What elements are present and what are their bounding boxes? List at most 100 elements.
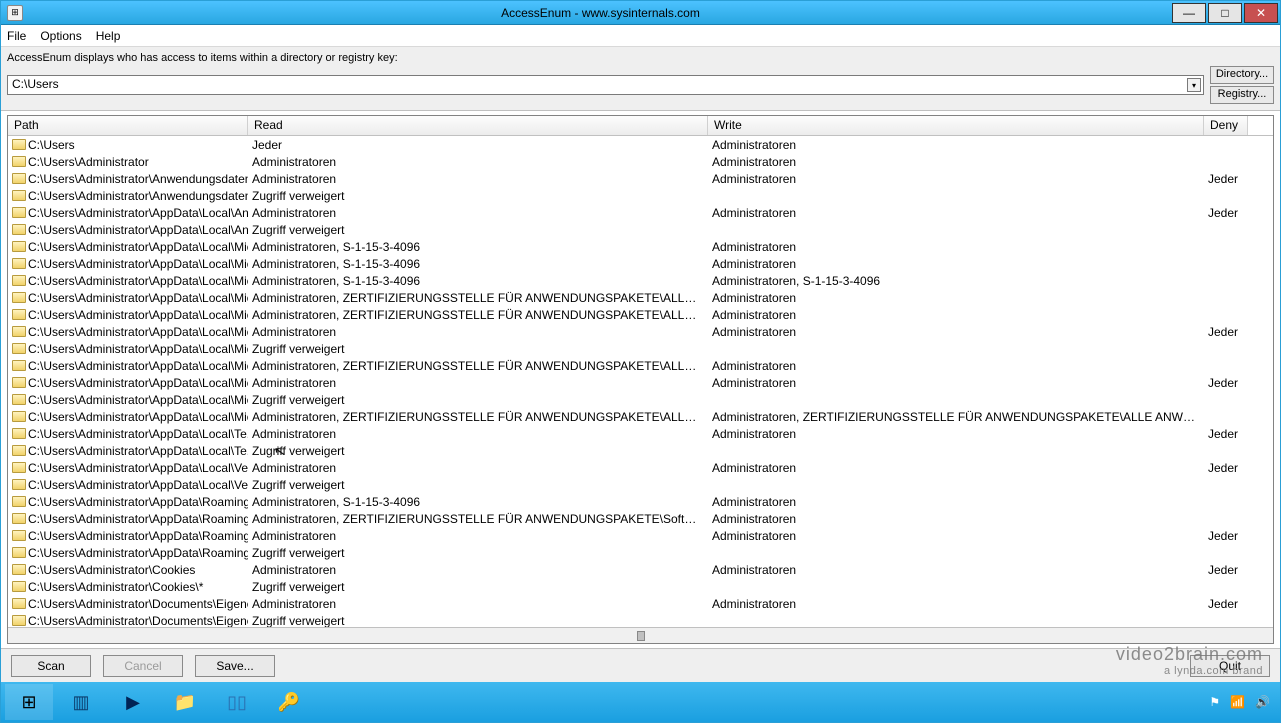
cell-read: Administratoren xyxy=(248,563,708,577)
folder-icon xyxy=(12,224,26,235)
taskbar-accessenum[interactable]: 🔑 xyxy=(265,684,313,720)
cell-path: C:\Users\Administrator\AppData\Local\An.… xyxy=(28,223,248,237)
menu-options[interactable]: Options xyxy=(40,29,81,43)
cell-read: Administratoren xyxy=(248,376,708,390)
cell-deny: Jeder xyxy=(1204,206,1248,220)
table-row[interactable]: C:\Users\Administrator\Anwendungsdaten\*… xyxy=(8,187,1273,204)
folder-icon xyxy=(12,139,26,150)
close-button[interactable]: ✕ xyxy=(1244,3,1278,23)
tray-volume-icon: 🔊 xyxy=(1255,695,1270,709)
table-row[interactable]: C:\Users\Administrator\AppData\Local\Mic… xyxy=(8,255,1273,272)
table-row[interactable]: C:\Users\Administrator\AppData\Local\Te.… xyxy=(8,442,1273,459)
table-row[interactable]: C:\Users\Administrator\AppData\Local\Mic… xyxy=(8,374,1273,391)
results-list: Path Read Write Deny C:\UsersJederAdmini… xyxy=(7,115,1274,644)
cell-read: Zugriff verweigert xyxy=(248,580,708,594)
menu-help[interactable]: Help xyxy=(96,29,121,43)
table-row[interactable]: C:\Users\Administrator\Documents\Eigene … xyxy=(8,595,1273,612)
table-row[interactable]: C:\Users\Administrator\Anwendungsdaten Ad… xyxy=(8,170,1273,187)
col-write[interactable]: Write xyxy=(708,116,1204,135)
table-row[interactable]: C:\Users\Administrator\AppData\Local\Mic… xyxy=(8,289,1273,306)
system-tray[interactable]: ⚑ 📶 🔊 xyxy=(1209,695,1280,709)
table-row[interactable]: C:\Users\Administrator\AppData\Roaming\.… xyxy=(8,544,1273,561)
table-row[interactable]: C:\Users\Administrator\AppData\Local\Mic… xyxy=(8,357,1273,374)
table-row[interactable]: C:\Users\Administrator\AppData\Local\An.… xyxy=(8,204,1273,221)
path-dropdown-icon[interactable]: ▾ xyxy=(1187,78,1201,92)
taskbar-server-manager[interactable]: ▥ xyxy=(57,684,105,720)
table-row[interactable]: C:\UsersJederAdministratoren xyxy=(8,136,1273,153)
cell-path: C:\Users\Administrator\AppData\Roaming\.… xyxy=(28,512,248,526)
app-icon: ⊞ xyxy=(7,5,23,21)
tray-network-icon: 📶 xyxy=(1230,695,1245,709)
col-path[interactable]: Path xyxy=(8,116,248,135)
table-row[interactable]: C:\Users\AdministratorAdministratorenAdm… xyxy=(8,153,1273,170)
table-row[interactable]: C:\Users\Administrator\AppData\Local\Mic… xyxy=(8,238,1273,255)
cell-write: Administratoren xyxy=(708,563,1204,577)
cell-write: Administratoren, S-1-15-3-4096 xyxy=(708,274,1204,288)
cell-path: C:\Users\Administrator\Anwendungsdaten xyxy=(28,172,248,186)
save-button[interactable]: Save... xyxy=(195,655,275,677)
cell-path: C:\Users\Administrator\AppData\Local\Mic… xyxy=(28,342,248,356)
quit-button[interactable]: Quit xyxy=(1190,655,1270,677)
cell-read: Zugriff verweigert xyxy=(248,393,708,407)
table-row[interactable]: C:\Users\Administrator\AppData\Roaming\.… xyxy=(8,493,1273,510)
menu-file[interactable]: File xyxy=(7,29,26,43)
folder-icon xyxy=(12,581,26,592)
path-input[interactable]: C:\Users ▾ xyxy=(7,75,1204,95)
horizontal-scrollbar[interactable] xyxy=(8,627,1273,643)
title-bar: ⊞ AccessEnum - www.sysinternals.com — □ … xyxy=(1,1,1280,25)
directory-button[interactable]: Directory... xyxy=(1210,66,1274,84)
col-read[interactable]: Read xyxy=(248,116,708,135)
powershell-icon: ▶ xyxy=(121,690,145,714)
cell-path: C:\Users\Administrator\Anwendungsdaten\* xyxy=(28,189,248,203)
cell-read: Administratoren, ZERTIFIZIERUNGSSTELLE F… xyxy=(248,291,708,305)
table-row[interactable]: C:\Users\Administrator\AppData\Local\Ver… xyxy=(8,476,1273,493)
cell-path: C:\Users\Administrator xyxy=(28,155,149,169)
taskbar-servers[interactable]: ▯▯ xyxy=(213,684,261,720)
cell-write: Administratoren, ZERTIFIZIERUNGSSTELLE F… xyxy=(708,410,1204,424)
list-body[interactable]: C:\UsersJederAdministratoren C:\Users\Adm… xyxy=(8,136,1273,627)
cell-path: C:\Users\Administrator\AppData\Local\Mic… xyxy=(28,240,248,254)
horizontal-scrollbar-thumb[interactable] xyxy=(637,631,645,641)
table-row[interactable]: C:\Users\Administrator\AppData\Local\Mic… xyxy=(8,272,1273,289)
cell-read: Administratoren xyxy=(248,155,708,169)
taskbar-powershell[interactable]: ▶ xyxy=(109,684,157,720)
cell-write: Administratoren xyxy=(708,172,1204,186)
description-text: AccessEnum displays who has access to it… xyxy=(7,52,398,64)
window-title: AccessEnum - www.sysinternals.com xyxy=(29,6,1172,20)
folder-icon xyxy=(12,615,26,626)
table-row[interactable]: C:\Users\Administrator\AppData\Local\Ver… xyxy=(8,459,1273,476)
folder-icon xyxy=(12,462,26,473)
table-row[interactable]: C:\Users\Administrator\AppData\Local\Te.… xyxy=(8,425,1273,442)
minimize-button[interactable]: — xyxy=(1172,3,1206,23)
table-row[interactable]: C:\Users\Administrator\AppData\Roaming\.… xyxy=(8,510,1273,527)
table-row[interactable]: C:\Users\Administrator\AppData\Local\An.… xyxy=(8,221,1273,238)
path-row: C:\Users ▾ Directory... Registry... xyxy=(1,64,1280,111)
scan-button[interactable]: Scan xyxy=(11,655,91,677)
table-row[interactable]: C:\Users\Administrator\Documents\Eigene … xyxy=(8,612,1273,627)
table-row[interactable]: C:\Users\Administrator\AppData\Local\Mic… xyxy=(8,306,1273,323)
registry-button[interactable]: Registry... xyxy=(1210,86,1274,104)
start-button[interactable]: ⊞ xyxy=(5,684,53,720)
cell-path: C:\Users\Administrator\Documents\Eigene … xyxy=(28,597,248,611)
cancel-button[interactable]: Cancel xyxy=(103,655,183,677)
cell-deny: Jeder xyxy=(1204,597,1248,611)
cell-read: Administratoren, S-1-15-3-4096 xyxy=(248,240,708,254)
cell-write: Administratoren xyxy=(708,529,1204,543)
col-deny[interactable]: Deny xyxy=(1204,116,1248,135)
cell-read: Zugriff verweigert xyxy=(248,444,708,458)
taskbar-explorer[interactable]: 📁 xyxy=(161,684,209,720)
cell-path: C:\Users\Administrator\AppData\Local\Mic… xyxy=(28,376,248,390)
folder-icon xyxy=(12,598,26,609)
cell-path: C:\Users\Administrator\AppData\Local\Mic… xyxy=(28,410,248,424)
maximize-button[interactable]: □ xyxy=(1208,3,1242,23)
table-row[interactable]: C:\Users\Administrator\Cookies\*Zugriff … xyxy=(8,578,1273,595)
table-row[interactable]: C:\Users\Administrator\CookiesAdministra… xyxy=(8,561,1273,578)
table-row[interactable]: C:\Users\Administrator\AppData\Local\Mic… xyxy=(8,323,1273,340)
cell-deny: Jeder xyxy=(1204,172,1248,186)
table-row[interactable]: C:\Users\Administrator\AppData\Roaming\.… xyxy=(8,527,1273,544)
table-row[interactable]: C:\Users\Administrator\AppData\Local\Mic… xyxy=(8,391,1273,408)
table-row[interactable]: C:\Users\Administrator\AppData\Local\Mic… xyxy=(8,340,1273,357)
cell-read: Administratoren xyxy=(248,461,708,475)
table-row[interactable]: C:\Users\Administrator\AppData\Local\Mic… xyxy=(8,408,1273,425)
folder-icon xyxy=(12,513,26,524)
